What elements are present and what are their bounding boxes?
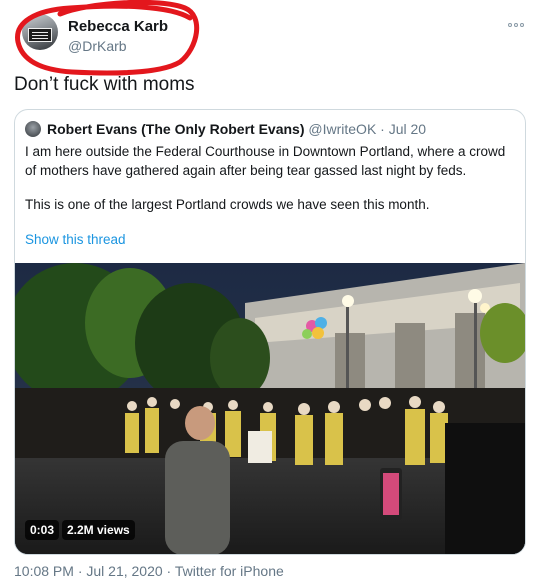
tweet-meta[interactable]: 10:08 PM · Jul 21, 2020 · Twitter for iP… [14, 563, 284, 579]
video-player[interactable]: 0:03 2.2M views [15, 263, 525, 554]
video-views-badge: 2.2M views [62, 520, 135, 540]
quoted-author-line[interactable]: Robert Evans (The Only Robert Evans) @Iw… [47, 121, 426, 137]
quoted-date[interactable]: Jul 20 [389, 121, 426, 137]
tweet-text: Don’t fuck with moms [14, 74, 195, 95]
quoted-author-avatar[interactable] [25, 121, 41, 137]
tweet: Rebecca Karb @DrKarb Don’t fuck with mom… [0, 0, 540, 586]
quoted-paragraph-1: I am here outside the Federal Courthouse… [25, 144, 506, 178]
author-name[interactable]: Rebecca Karb [68, 18, 168, 35]
quoted-paragraph-2: This is one of the largest Portland crow… [25, 197, 430, 212]
quoted-author-name: Robert Evans (The Only Robert Evans) [47, 121, 305, 137]
quoted-author-handle: @IwriteOK [308, 121, 377, 137]
video-frame [15, 263, 525, 554]
quoted-text: I am here outside the Federal Courthouse… [25, 143, 515, 215]
more-options-icon[interactable] [508, 18, 526, 32]
video-duration-badge: 0:03 [25, 520, 60, 540]
quoted-separator: · [380, 121, 385, 137]
profile-photo-icon [28, 28, 52, 42]
quoted-tweet[interactable]: Robert Evans (The Only Robert Evans) @Iw… [14, 109, 526, 555]
author-avatar[interactable] [22, 14, 58, 50]
show-thread-link[interactable]: Show this thread [25, 232, 126, 247]
author-handle[interactable]: @DrKarb [68, 38, 127, 54]
